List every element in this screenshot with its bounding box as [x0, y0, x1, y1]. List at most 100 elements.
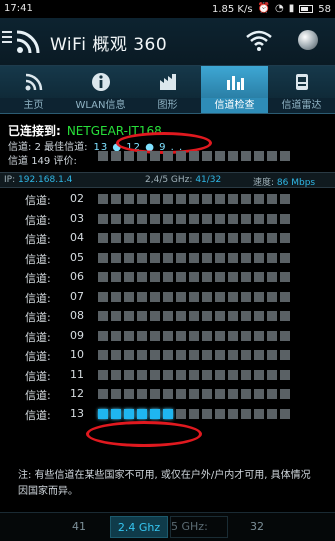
channel-usage-cell [163, 369, 173, 380]
channel-number: 07 [70, 289, 84, 303]
wifi-question-icon[interactable] [245, 28, 273, 54]
channel-usage-cell [111, 350, 121, 360]
channel-usage-cell [124, 233, 134, 243]
channel-usage-cell [98, 330, 108, 341]
radar-icon [295, 74, 308, 90]
channel-usage-cell [241, 252, 251, 263]
channel-usage-cell [215, 213, 225, 224]
channel-usage-cell [98, 350, 108, 360]
wifi-logo-icon [16, 30, 40, 54]
channel-usage-cell [124, 369, 134, 380]
channel-usage-cell [111, 291, 121, 302]
channel-usage-cell [202, 350, 212, 360]
band-count: 2,4/5 GHz: 41/32 [145, 175, 222, 185]
tab-label-bar: 主页 WLAN信息 图形 信道检查 信道雷达 [0, 98, 335, 114]
tab-graph[interactable]: 图形 [134, 98, 201, 113]
channel-usage-bar [98, 272, 290, 282]
channel-usage-cell [111, 369, 121, 380]
channel-usage-cell [228, 330, 238, 341]
channel-usage-cell [98, 369, 108, 380]
channel-row-label: 信道: [25, 252, 51, 266]
globe-icon[interactable] [298, 30, 318, 50]
channel-usage-cell [98, 233, 108, 243]
channel-usage-cell [254, 194, 264, 204]
channel-usage-cell [176, 408, 186, 419]
band-24ghz-button[interactable]: 2.4 Ghz [110, 516, 168, 538]
tab-channel-radar[interactable]: 信道雷达 [268, 98, 335, 113]
tab-wlan-info[interactable]: WLAN信息 [67, 98, 134, 113]
channel-usage-cell [124, 330, 134, 341]
tab-icon-bar [0, 66, 335, 98]
channel-usage-cell [228, 233, 238, 243]
channel-usage-cell [280, 291, 290, 302]
battery-level: 58 [318, 3, 331, 15]
tab-graph-icon-cell[interactable] [134, 66, 201, 98]
channel-usage-cell [150, 350, 160, 360]
channel-row-label: 信道: [25, 311, 51, 324]
channel-usage-cell [280, 389, 290, 399]
status-time: 17:41 [4, 3, 33, 14]
channel-usage-cell [267, 213, 277, 224]
channel-usage-cell [150, 194, 160, 204]
channel-usage-cell [98, 389, 108, 399]
channel-usage-cell [189, 291, 199, 302]
menu-icon[interactable] [2, 31, 12, 47]
channel-usage-bar [98, 330, 290, 341]
channel-usage-cell [189, 233, 199, 243]
channel-row: 信道: 06 [0, 267, 335, 287]
channel-usage-cell [137, 311, 147, 321]
info-icon [91, 73, 110, 91]
channel-usage-cell [176, 233, 186, 243]
tab-wlan-icon-cell[interactable] [67, 66, 134, 98]
channel-usage-cell [241, 213, 251, 224]
channel-number: 06 [70, 270, 84, 283]
channel-row: 信道: 03 [0, 209, 335, 229]
tab-radar-icon-cell[interactable] [268, 66, 335, 98]
channel-row: 信道: 12 [0, 384, 335, 404]
channel-usage-cell [189, 194, 199, 204]
channel-row-label: 信道: [25, 194, 51, 207]
channel-usage-cell [124, 389, 134, 399]
tab-channel-icon-cell[interactable] [201, 66, 268, 98]
channel-usage-cell [202, 369, 212, 380]
channel-usage-cell [137, 408, 147, 419]
channel-usage-cell [254, 350, 264, 360]
channel-usage-cell [228, 194, 238, 204]
battery-icon [299, 5, 314, 13]
tab-home-icon-cell[interactable] [0, 66, 67, 98]
channel-usage-cell [150, 369, 160, 380]
channel-usage-bar [98, 233, 290, 243]
factory-graph-icon [159, 74, 176, 90]
channel-usage-cell [137, 272, 147, 282]
channel-row: 信道: 05 [0, 248, 335, 268]
network-speed: 1.85 K/s [211, 3, 253, 15]
channel-row: 信道: 04 [0, 228, 335, 248]
channel-usage-cell [111, 272, 121, 282]
count-5ghz: 32 [250, 520, 264, 533]
channel-usage-cell [137, 194, 147, 204]
availability-note: 注: 有些信道在某些国家不可用, 或仅在户外/户内才可用, 具体情况因国家而异。 [18, 470, 311, 497]
channel-usage-cell [215, 330, 225, 341]
channel-usage-cell [150, 389, 160, 399]
connected-label: 已连接到: [8, 124, 61, 138]
channel-usage-bar [98, 252, 290, 263]
tab-home[interactable]: 主页 [0, 98, 67, 113]
channel-usage-cell [280, 233, 290, 243]
channel-usage-cell [163, 311, 173, 321]
tab-channel-check[interactable]: 信道检查 [201, 98, 268, 113]
channel-usage-cell [111, 389, 121, 399]
channel-usage-cell [124, 291, 134, 302]
channel-usage-bar [98, 408, 290, 419]
channel-usage-cell [267, 330, 277, 341]
channel-row-label: 信道: [25, 350, 51, 363]
channel-usage-cell [280, 350, 290, 360]
channel-usage-cell [176, 194, 186, 204]
channel-usage-cell [280, 194, 290, 204]
channel-usage-cell [267, 350, 277, 360]
channel-usage-cell [111, 408, 121, 419]
channel-usage-cell [241, 408, 251, 419]
status-icons: 1.85 K/s ⏰ ◔ ▮ 58 [212, 3, 331, 15]
channel-usage-cell [215, 389, 225, 399]
channel-number: 05 [70, 250, 84, 264]
channel-usage-cell [241, 291, 251, 302]
